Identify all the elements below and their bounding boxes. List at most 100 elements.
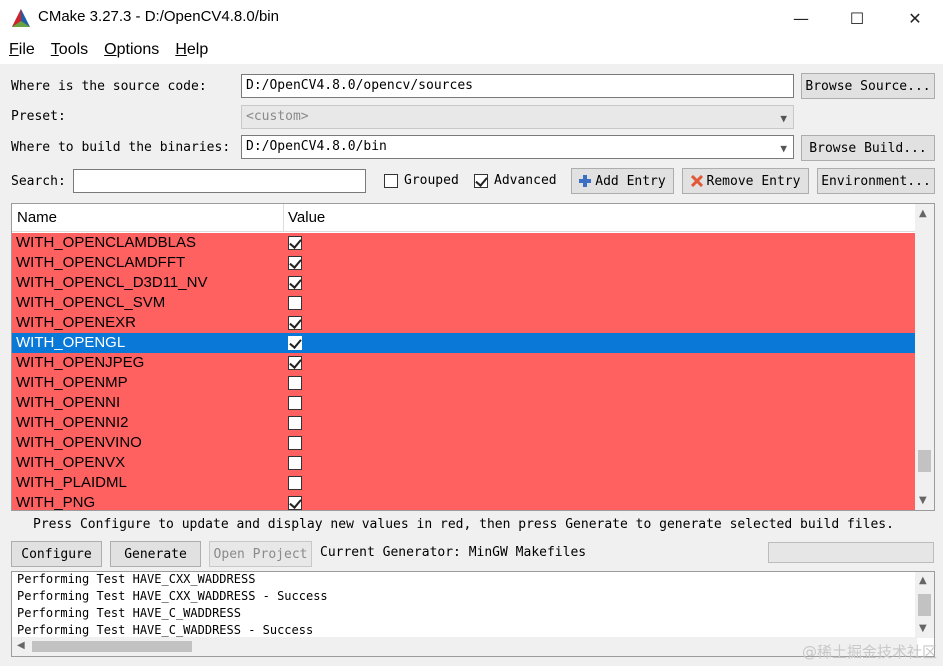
entry-value-checkbox[interactable] [288, 376, 302, 390]
table-row[interactable]: WITH_OPENCL_D3D11_NV [12, 273, 915, 293]
entry-name: WITH_OPENGL [16, 334, 126, 351]
table-row[interactable]: WITH_OPENCLAMDFFT [12, 253, 915, 273]
table-row[interactable]: WITH_OPENVINO [12, 433, 915, 453]
menu-tools[interactable]: Tools [51, 41, 88, 59]
log-horizontal-scrollbar[interactable]: ◀ [12, 637, 917, 656]
entry-name: WITH_OPENCL_D3D11_NV [16, 274, 208, 291]
open-project-button: Open Project [209, 541, 312, 567]
table-row[interactable]: WITH_OPENGL [12, 333, 915, 353]
minimize-button[interactable]: — [776, 0, 826, 36]
log-line: Performing Test HAVE_C_WADDRESS [17, 606, 241, 620]
table-row[interactable]: WITH_PLAIDML [12, 473, 915, 493]
table-row[interactable]: WITH_PNG [12, 493, 915, 511]
chevron-down-icon[interactable]: ▼ [780, 140, 787, 158]
entry-value-checkbox[interactable] [288, 336, 302, 350]
browse-build-button[interactable]: Browse Build... [801, 135, 935, 161]
table-row[interactable]: WITH_OPENCL_SVM [12, 293, 915, 313]
build-path-combo[interactable]: D:/OpenCV4.8.0/bin ▼ [241, 135, 794, 159]
table-row[interactable]: WITH_OPENVX [12, 453, 915, 473]
cache-table: Name Value WITH_OPENCLAMDBLAS WITH_OPENCL… [11, 203, 935, 511]
entry-name: WITH_OPENNI [16, 394, 121, 411]
entry-value-checkbox[interactable] [288, 456, 302, 470]
entry-value-checkbox[interactable] [288, 236, 302, 250]
entry-value-checkbox[interactable] [288, 296, 302, 310]
environment-button[interactable]: Environment... [817, 168, 935, 194]
entry-name: WITH_OPENNI2 [16, 414, 129, 431]
advanced-checkbox[interactable]: Advanced [474, 173, 557, 188]
browse-source-button[interactable]: Browse Source... [801, 73, 935, 99]
progress-bar [768, 542, 934, 563]
entry-value-checkbox[interactable] [288, 256, 302, 270]
preset-value: <custom> [246, 109, 309, 124]
preset-combo: <custom> ▼ [241, 105, 794, 129]
build-path-value: D:/OpenCV4.8.0/bin [246, 139, 387, 154]
plus-icon [579, 175, 592, 187]
menu-help[interactable]: Help [175, 41, 208, 59]
table-row[interactable]: WITH_OPENJPEG [12, 353, 915, 373]
current-generator-label: Current Generator: MinGW Makefiles [320, 545, 587, 560]
build-label: Where to build the binaries: [11, 140, 231, 155]
entry-name: WITH_OPENCLAMDFFT [16, 254, 186, 271]
source-label: Where is the source code: [11, 79, 207, 94]
remove-entry-button[interactable]: Remove Entry [682, 168, 809, 194]
chevron-down-icon: ▼ [780, 112, 787, 125]
cmake-logo-icon [12, 9, 30, 27]
entry-value-checkbox[interactable] [288, 396, 302, 410]
menu-bar: File Tools Options Help [0, 36, 943, 64]
configure-hint: Press Configure to update and display ne… [33, 517, 894, 532]
configure-button[interactable]: Configure [11, 541, 102, 567]
grouped-checkbox[interactable]: Grouped [384, 173, 459, 188]
entry-value-checkbox[interactable] [288, 416, 302, 430]
entry-value-checkbox[interactable] [288, 496, 302, 510]
scrollbar-thumb[interactable] [918, 450, 931, 472]
table-rows: WITH_OPENCLAMDBLAS WITH_OPENCLAMDFFT WITH_… [12, 233, 915, 511]
add-entry-button[interactable]: Add Entry [571, 168, 674, 194]
entry-value-checkbox[interactable] [288, 316, 302, 330]
scrollbar-thumb[interactable] [918, 594, 931, 616]
scroll-left-icon[interactable]: ◀ [17, 640, 25, 651]
generate-button[interactable]: Generate [110, 541, 201, 567]
scrollbar-thumb[interactable] [32, 641, 192, 652]
grouped-checkbox-box[interactable] [384, 173, 398, 188]
entry-name: WITH_OPENVX [16, 454, 126, 471]
menu-options[interactable]: Options [104, 41, 159, 59]
entry-name: WITH_OPENJPEG [16, 354, 145, 371]
close-button[interactable]: ✕ [890, 0, 940, 36]
entry-value-checkbox[interactable] [288, 476, 302, 490]
scroll-down-icon[interactable]: ▼ [919, 623, 927, 634]
table-row[interactable]: WITH_OPENEXR [12, 313, 915, 333]
title-bar: CMake 3.27.3 - D:/OpenCV4.8.0/bin — ☐ ✕ [0, 0, 943, 36]
scroll-down-icon[interactable]: ▼ [919, 495, 927, 506]
table-row[interactable]: WITH_OPENCLAMDBLAS [12, 233, 915, 253]
maximize-button[interactable]: ☐ [832, 0, 882, 36]
output-log[interactable]: Performing Test HAVE_CXX_WADDRESS Perfor… [11, 571, 935, 657]
scroll-up-icon[interactable]: ▲ [919, 208, 927, 219]
entry-name: WITH_OPENEXR [16, 314, 137, 331]
entry-name: WITH_PLAIDML [16, 474, 127, 491]
entry-name: WITH_PNG [16, 494, 96, 511]
entry-value-checkbox[interactable] [288, 276, 302, 290]
advanced-checkbox-box[interactable] [474, 173, 488, 188]
entry-name: WITH_OPENMP [16, 374, 128, 391]
table-row[interactable]: WITH_OPENNI2 [12, 413, 915, 433]
column-divider[interactable] [283, 204, 284, 232]
entry-value-checkbox[interactable] [288, 356, 302, 370]
source-path-field[interactable]: D:/OpenCV4.8.0/opencv/sources [241, 74, 794, 98]
log-vertical-scrollbar[interactable]: ▲ ▼ [915, 572, 934, 638]
table-scrollbar[interactable]: ▲ ▼ [915, 204, 934, 510]
search-input[interactable] [73, 169, 366, 193]
table-row[interactable]: WITH_OPENNI [12, 393, 915, 413]
table-row[interactable]: WITH_OPENMP [12, 373, 915, 393]
scroll-up-icon[interactable]: ▲ [919, 575, 927, 586]
log-line: Performing Test HAVE_CXX_WADDRESS - Succ… [17, 589, 328, 603]
entry-name: WITH_OPENVINO [16, 434, 142, 451]
search-label: Search: [11, 174, 66, 189]
entry-value-checkbox[interactable] [288, 436, 302, 450]
column-header-name[interactable]: Name [17, 209, 57, 226]
log-line: Performing Test HAVE_C_WADDRESS - Succes… [17, 623, 314, 637]
window-title: CMake 3.27.3 - D:/OpenCV4.8.0/bin [38, 8, 279, 25]
column-header-value[interactable]: Value [288, 209, 325, 226]
watermark: @稀土掘金技术社区 [801, 643, 937, 661]
log-line: Performing Test HAVE_CXX_WADDRESS [17, 572, 256, 586]
menu-file[interactable]: File [9, 41, 35, 59]
